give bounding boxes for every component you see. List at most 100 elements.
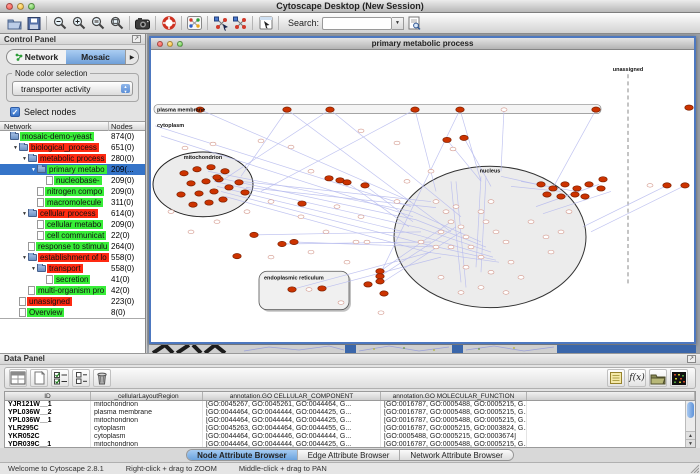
network-node[interactable] — [244, 210, 250, 214]
function-builder-icon[interactable]: f(x) — [628, 369, 646, 387]
search-dropdown-icon[interactable]: ▼ — [392, 17, 404, 30]
annotation-icon[interactable] — [256, 15, 275, 32]
select-attributes-icon[interactable] — [51, 369, 69, 387]
attribute-matrix-icon[interactable] — [670, 369, 688, 387]
delete-attribute-icon[interactable] — [93, 369, 111, 387]
network-node[interactable] — [558, 230, 564, 234]
network-node[interactable] — [268, 200, 274, 204]
tree-row[interactable]: secretion41(0) — [0, 274, 145, 285]
network-node[interactable] — [168, 210, 174, 214]
network-node[interactable] — [508, 260, 514, 264]
network-node[interactable] — [188, 230, 194, 234]
search-input[interactable] — [322, 17, 392, 30]
edit-network-icon[interactable] — [211, 15, 230, 32]
network-node-selected[interactable] — [376, 279, 384, 284]
tab-network-attribute-browser[interactable]: Network Attribute Browser — [399, 450, 512, 460]
network-node[interactable] — [463, 235, 469, 239]
network-node-selected[interactable] — [187, 181, 195, 186]
network-node-selected[interactable] — [326, 107, 334, 112]
network-node-selected[interactable] — [685, 105, 693, 110]
network-node-selected[interactable] — [189, 202, 197, 207]
column-header[interactable]: _cellularLayoutRegion — [91, 392, 203, 400]
network-node-selected[interactable] — [205, 200, 213, 205]
scrollbar-thumb[interactable] — [687, 402, 694, 418]
table-mode-icon[interactable] — [9, 369, 27, 387]
expand-arrow-icon[interactable]: ▼ — [30, 266, 37, 272]
scroll-up-icon[interactable]: ▲ — [686, 431, 695, 439]
network-node-selected[interactable] — [460, 135, 468, 140]
network-node-selected[interactable] — [681, 183, 689, 188]
network-node-selected[interactable] — [376, 274, 384, 279]
network-node[interactable] — [433, 200, 439, 204]
help-ring-icon[interactable] — [159, 15, 178, 32]
tree-row[interactable]: response to stimulu264(0) — [0, 241, 145, 252]
network-node-selected[interactable] — [250, 232, 258, 237]
zoom-in-icon[interactable] — [69, 15, 88, 32]
expand-arrow-icon[interactable]: ▼ — [21, 255, 28, 261]
network-node[interactable] — [323, 230, 329, 234]
tree-row[interactable]: nitrogen compo209(0) — [0, 186, 145, 197]
resize-grip[interactable] — [689, 463, 699, 473]
zoom-fit-icon[interactable] — [107, 15, 126, 32]
network-node[interactable] — [468, 245, 474, 249]
network-node-selected[interactable] — [663, 183, 671, 188]
network-node-selected[interactable] — [288, 287, 296, 292]
network-node-selected[interactable] — [207, 165, 215, 170]
network-node[interactable] — [364, 240, 370, 244]
network-node[interactable] — [298, 215, 304, 219]
network-node[interactable] — [503, 240, 509, 244]
network-node-selected[interactable] — [599, 177, 607, 182]
network-node-selected[interactable] — [364, 282, 372, 287]
network-node-selected[interactable] — [581, 194, 589, 199]
expand-arrow-icon[interactable]: ▼ — [21, 211, 28, 217]
network-node-selected[interactable] — [193, 167, 201, 172]
network-node-selected[interactable] — [177, 192, 185, 197]
attribute-notes-icon[interactable] — [607, 369, 625, 387]
advanced-search-icon[interactable] — [404, 15, 423, 32]
tree-row[interactable]: nucleobase-209(0) — [0, 175, 145, 186]
network-node[interactable] — [338, 301, 344, 305]
network-node[interactable] — [438, 276, 444, 280]
network-node-selected[interactable] — [210, 189, 218, 194]
column-header[interactable]: annotation.GO MOLECULAR_FUNCTION — [381, 392, 527, 400]
tree-row[interactable]: unassigned223(0) — [0, 296, 145, 307]
network-node-selected[interactable] — [213, 175, 221, 180]
network-node[interactable] — [358, 215, 364, 219]
network-node[interactable] — [344, 260, 350, 264]
network-node[interactable] — [378, 311, 384, 315]
network-node[interactable] — [528, 220, 534, 224]
tree-row[interactable]: ▼transport558(0) — [0, 263, 145, 274]
tree-row[interactable]: multi-organism pro42(0) — [0, 285, 145, 296]
network-node[interactable] — [394, 200, 400, 204]
network-node[interactable] — [358, 129, 364, 133]
network-node[interactable] — [453, 205, 459, 209]
network-window-titlebar[interactable]: primary metabolic process — [151, 38, 694, 50]
network-node[interactable] — [543, 235, 549, 239]
network-node-selected[interactable] — [597, 186, 605, 191]
network-node-selected[interactable] — [325, 176, 333, 181]
network-node[interactable] — [518, 276, 524, 280]
network-node[interactable] — [433, 245, 439, 249]
network-node-selected[interactable] — [571, 192, 579, 197]
network-node[interactable] — [483, 220, 489, 224]
network-node[interactable] — [488, 270, 494, 274]
network-node[interactable] — [334, 205, 340, 209]
network-node[interactable] — [501, 108, 507, 112]
network-node-selected[interactable] — [376, 269, 384, 274]
network-node[interactable] — [478, 286, 484, 290]
network-node[interactable] — [566, 210, 572, 214]
network-node[interactable] — [488, 200, 494, 204]
table-row[interactable]: YPL036W__1mitochondrion[GO:0044464, GO:0… — [5, 417, 695, 425]
network-node-selected[interactable] — [278, 241, 286, 246]
float-data-panel-icon[interactable]: ↗ — [687, 355, 696, 363]
network-node[interactable] — [493, 230, 499, 234]
tab-edge-attribute-browser[interactable]: Edge Attribute Browser — [297, 450, 400, 460]
network-node[interactable] — [404, 180, 410, 184]
tree-row[interactable]: ▼metabolic process280(0) — [0, 153, 145, 164]
network-node[interactable] — [306, 288, 312, 292]
network-node-selected[interactable] — [543, 192, 551, 197]
network-view-window[interactable]: primary metabolic process plasma membran… — [149, 36, 696, 344]
table-row[interactable]: YJR121W__1mitochondrion[GO:0045267, GO:0… — [5, 401, 695, 409]
network-node-selected[interactable] — [298, 201, 306, 206]
network-node[interactable] — [458, 225, 464, 229]
